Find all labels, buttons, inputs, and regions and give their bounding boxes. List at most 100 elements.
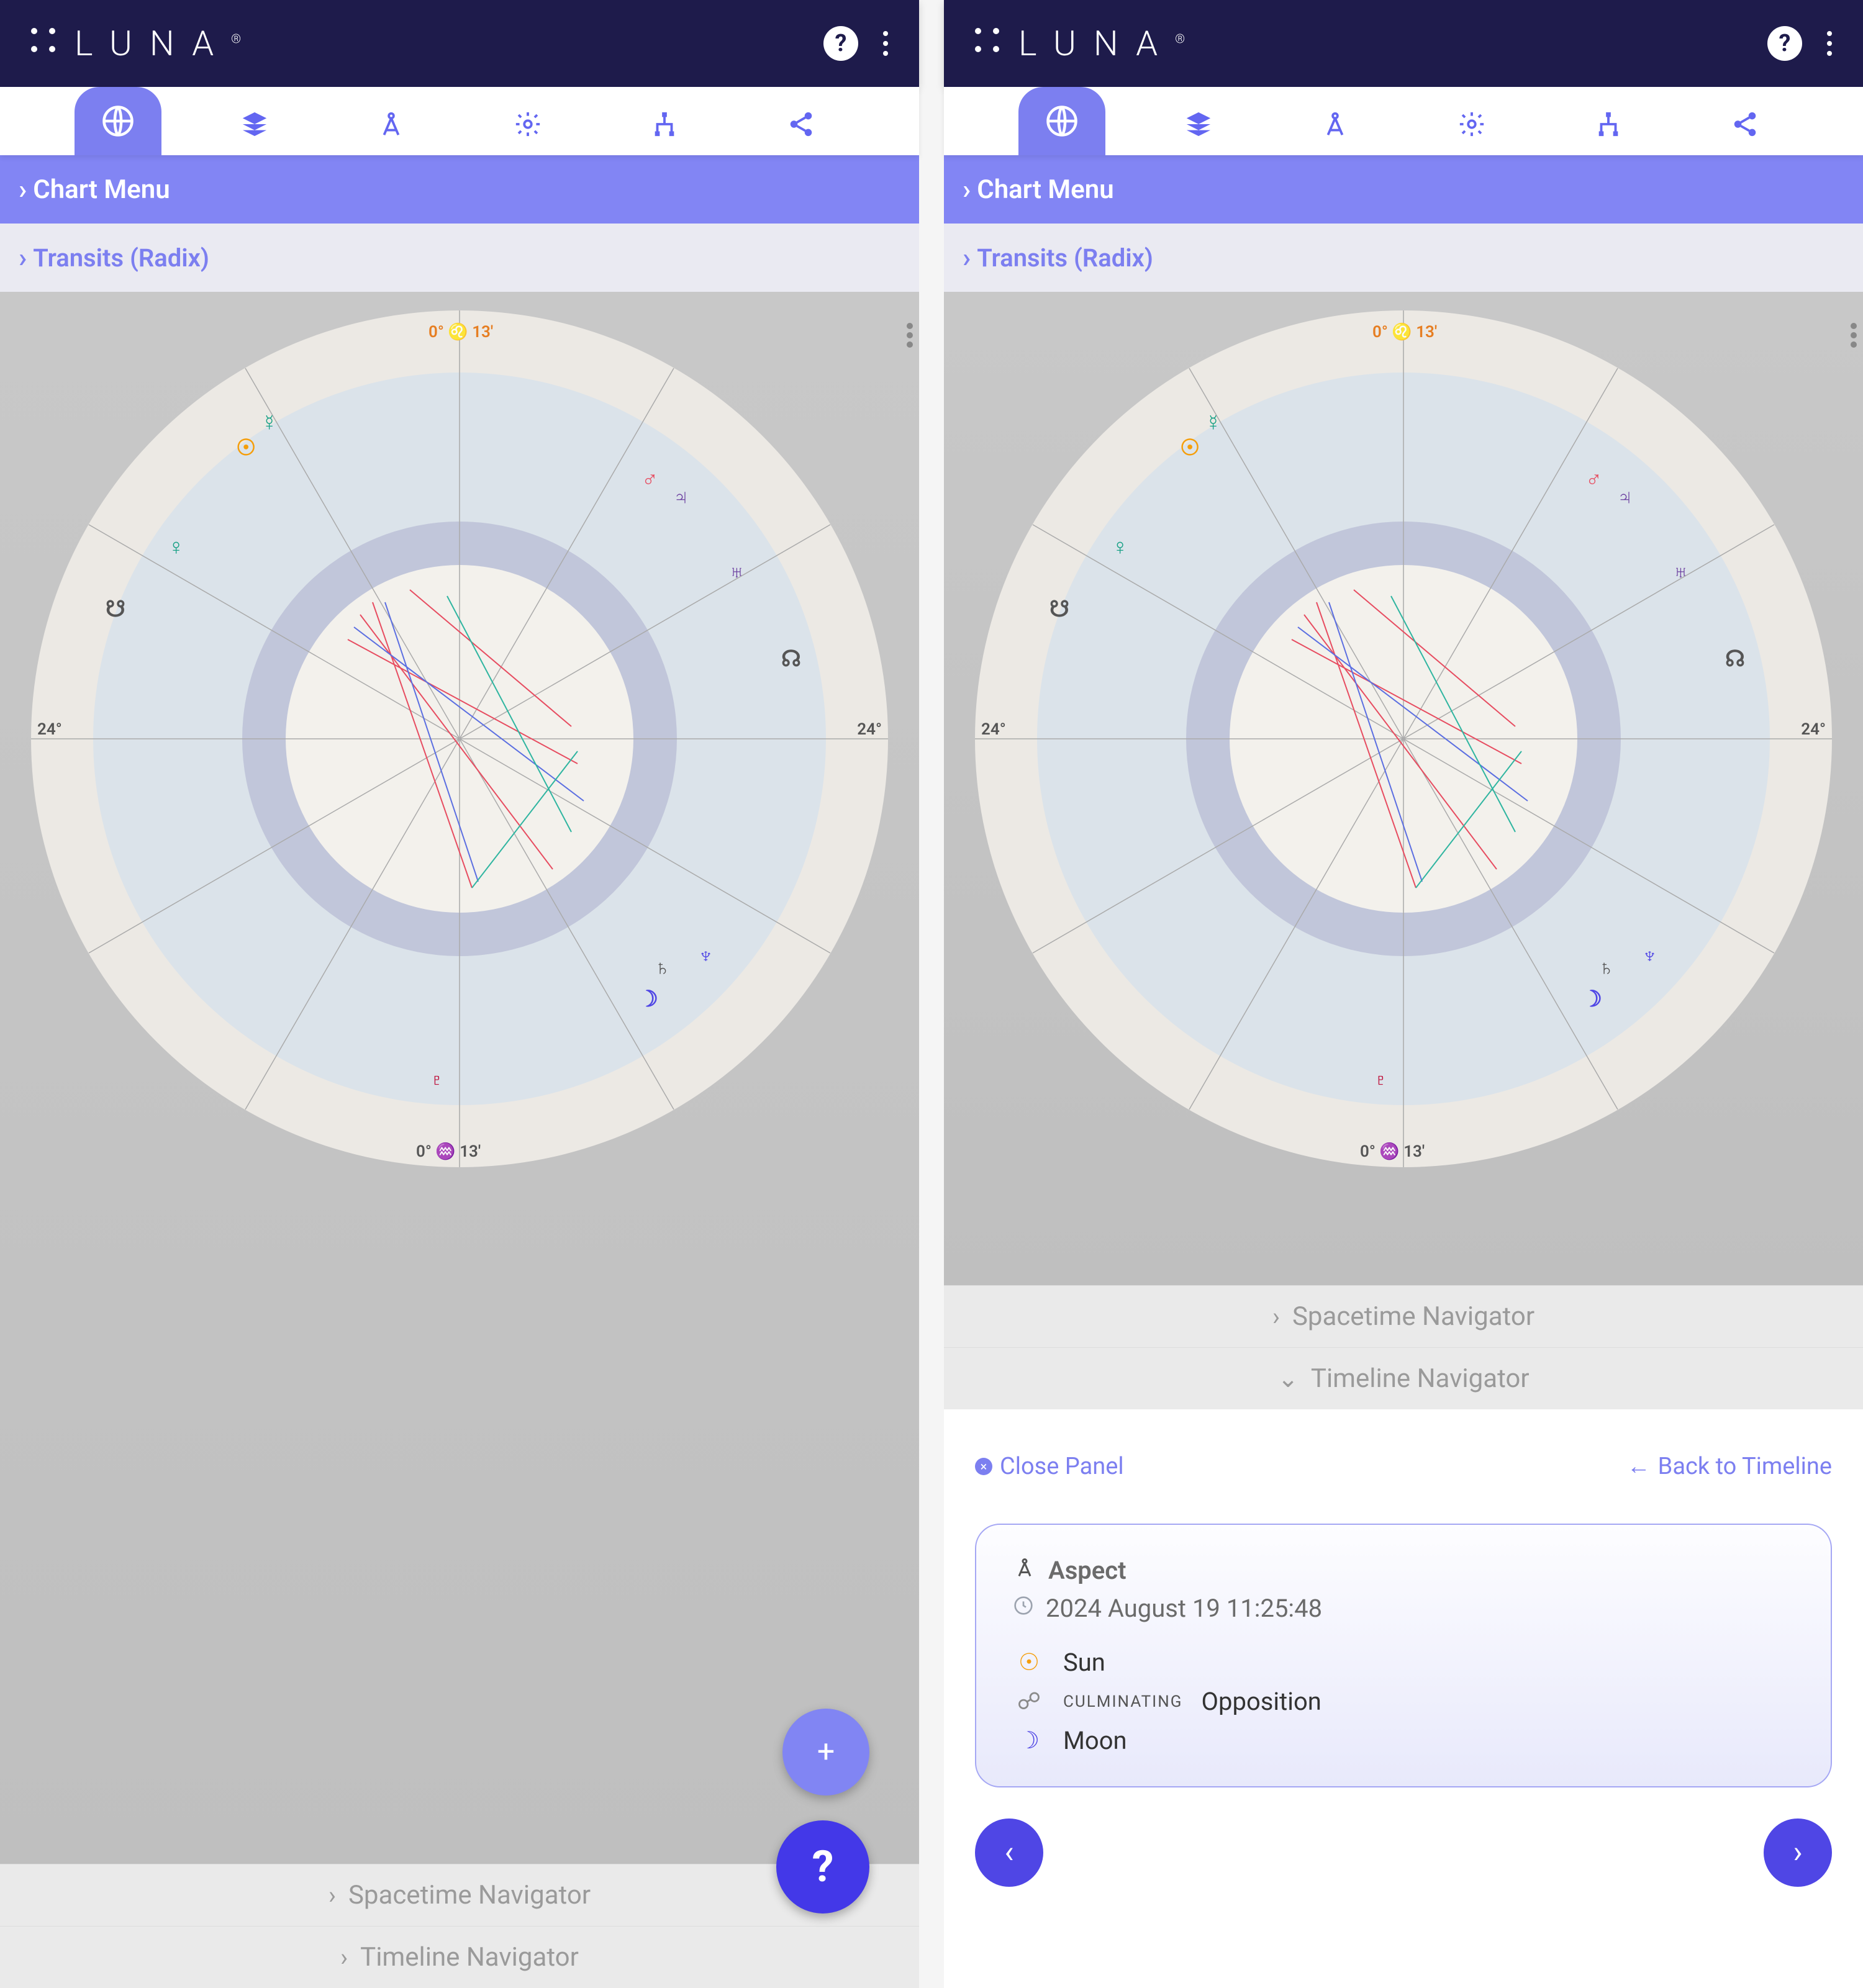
moon-label: Moon: [1063, 1726, 1127, 1755]
natal-chart-wheel[interactable]: 0° ♌ 13′ 0° ♒ 13′ 24° 24° ☉ ☿ ♀ ♂ ♃ ♅ ☽ …: [31, 310, 888, 1167]
uranus-glyph: ♅: [728, 559, 745, 585]
uranus-glyph: ♅: [1672, 559, 1689, 585]
chart-menu-label: Chart Menu: [977, 174, 1113, 205]
chart-area: 0° ♌ 13′ 0° ♒ 13′ 24° 24° ☉ ☿ ♀ ♂ ♃ ♅ ☽ …: [0, 292, 919, 1864]
chart-right-deg: 24°: [1801, 720, 1826, 739]
relation-label: Opposition: [1202, 1687, 1321, 1716]
pluto-glyph: ♇: [428, 1067, 445, 1093]
app-title: LUNA®: [75, 23, 241, 64]
chart-kebab-icon[interactable]: [907, 323, 913, 348]
desc-node-glyph: ☋: [1049, 596, 1069, 622]
aspect-lines: [1230, 565, 1577, 913]
spacetime-navigator-button[interactable]: › Spacetime Navigator: [944, 1285, 1863, 1347]
timeline-panel: × Close Panel ← Back to Timeline Aspect …: [944, 1409, 1863, 1924]
aspect-card[interactable]: Aspect 2024 August 19 11:25:48 ☉ Sun ☍ C…: [975, 1524, 1832, 1787]
navigator-rows: › Spacetime Navigator ⌄ Timeline Navigat…: [944, 1285, 1863, 1409]
aspect-moon-row: ☽ Moon: [1013, 1726, 1793, 1755]
sitemap-icon: [650, 110, 679, 138]
chevron-right-icon: ›: [19, 242, 27, 274]
help-icon[interactable]: ?: [823, 26, 858, 61]
gear-icon: [514, 110, 542, 138]
asc-node-glyph: ☊: [1725, 646, 1745, 672]
opposition-icon: ☍: [1013, 1688, 1045, 1715]
tab-globe[interactable]: [1018, 87, 1105, 155]
tab-tree[interactable]: [1565, 93, 1652, 155]
mercury-glyph: ☿: [1205, 410, 1222, 436]
sun-glyph: ☉: [236, 435, 256, 461]
chart-menu-button[interactable]: › Chart Menu: [0, 155, 919, 224]
tab-compass[interactable]: [1292, 93, 1379, 155]
fab-add-button[interactable]: +: [782, 1709, 869, 1796]
chevron-right-icon: ›: [1272, 1302, 1280, 1331]
chevron-right-icon: ›: [340, 1943, 348, 1972]
chart-kebab-icon[interactable]: [1851, 323, 1857, 348]
help-icon[interactable]: ?: [1767, 26, 1802, 61]
timeline-navigator-button[interactable]: › Timeline Navigator: [0, 1926, 919, 1988]
kebab-menu-icon[interactable]: [1827, 31, 1832, 56]
toolbar: [944, 87, 1863, 155]
transits-label: Transits (Radix): [33, 243, 209, 273]
relation-prefix: CULMINATING: [1063, 1692, 1183, 1711]
chevron-down-icon: ⌄: [1277, 1364, 1299, 1393]
fab-help-button[interactable]: ?: [776, 1820, 869, 1913]
screen-left: LUNA® ? › Chart Menu: [0, 0, 919, 1988]
sitemap-icon: [1594, 110, 1623, 138]
chart-left-deg: 24°: [37, 720, 62, 739]
prev-button[interactable]: ‹: [975, 1819, 1043, 1887]
desc-node-glyph: ☋: [106, 596, 125, 622]
sun-icon: ☉: [1013, 1648, 1045, 1676]
jupiter-glyph: ♃: [1616, 484, 1633, 510]
tab-share[interactable]: [1702, 93, 1788, 155]
spacetime-label: Spacetime Navigator: [348, 1880, 591, 1910]
chevron-right-icon: ›: [329, 1881, 336, 1910]
tab-settings[interactable]: [1428, 93, 1515, 155]
screen-right: LUNA® ? › Chart Menu: [944, 0, 1863, 1988]
transits-menu-button[interactable]: › Transits (Radix): [944, 224, 1863, 292]
venus-glyph: ♀: [1112, 534, 1128, 560]
aspect-timestamp: 2024 August 19 11:25:48: [1046, 1594, 1322, 1623]
close-panel-label: Close Panel: [1000, 1453, 1124, 1480]
app-logo[interactable]: LUNA®: [31, 23, 241, 64]
mars-glyph: ♂: [641, 466, 658, 492]
aspect-relation-row: ☍ CULMINATING Opposition: [1013, 1687, 1793, 1716]
layers-icon: [1184, 110, 1213, 138]
app-header: LUNA® ?: [944, 0, 1863, 87]
tab-layers[interactable]: [211, 93, 298, 155]
timeline-label: Timeline Navigator: [1311, 1363, 1530, 1394]
aspect-card-header: Aspect: [1013, 1556, 1793, 1585]
chevron-right-icon: ›: [19, 173, 27, 206]
kebab-menu-icon[interactable]: [883, 31, 888, 56]
sun-glyph: ☉: [1180, 435, 1200, 461]
gear-icon: [1457, 110, 1486, 138]
logo-dots-icon: [31, 28, 62, 59]
neptune-glyph: ♆: [697, 942, 714, 969]
app-logo[interactable]: LUNA®: [975, 23, 1185, 64]
chart-menu-button[interactable]: › Chart Menu: [944, 155, 1863, 224]
aspect-title: Aspect: [1048, 1556, 1126, 1585]
transits-menu-button[interactable]: › Transits (Radix): [0, 224, 919, 292]
tab-settings[interactable]: [484, 93, 571, 155]
timeline-navigator-button[interactable]: ⌄ Timeline Navigator: [944, 1347, 1863, 1409]
tab-globe[interactable]: [75, 87, 161, 155]
layers-icon: [240, 110, 269, 138]
chart-area: 0° ♌ 13′ 0° ♒ 13′ 24° 24° ☉ ☿ ♀ ♂ ♃ ♅ ☽ …: [944, 292, 1863, 1285]
back-label: Back to Timeline: [1658, 1453, 1832, 1480]
panel-links: × Close Panel ← Back to Timeline: [975, 1434, 1832, 1499]
timeline-label: Timeline Navigator: [360, 1942, 579, 1972]
moon-icon: ☽: [1013, 1727, 1045, 1755]
next-button[interactable]: ›: [1764, 1819, 1832, 1887]
tab-layers[interactable]: [1155, 93, 1242, 155]
chart-top-sign: 0° ♌ 13′: [1372, 323, 1437, 341]
spacetime-label: Spacetime Navigator: [1292, 1301, 1534, 1332]
tab-tree[interactable]: [621, 93, 708, 155]
natal-chart-wheel[interactable]: 0° ♌ 13′ 0° ♒ 13′ 24° 24° ☉ ☿ ♀ ♂ ♃ ♅ ☽ …: [975, 310, 1832, 1167]
sun-label: Sun: [1063, 1648, 1105, 1677]
aspect-card-time: 2024 August 19 11:25:48: [1013, 1594, 1793, 1623]
tab-share[interactable]: [758, 93, 845, 155]
tab-compass[interactable]: [348, 93, 435, 155]
saturn-glyph: ♄: [654, 955, 671, 981]
back-to-timeline-button[interactable]: ← Back to Timeline: [1627, 1453, 1832, 1480]
chart-bottom-sign: 0° ♒ 13′: [416, 1142, 481, 1161]
close-panel-button[interactable]: × Close Panel: [975, 1453, 1124, 1480]
asc-node-glyph: ☊: [781, 646, 801, 672]
